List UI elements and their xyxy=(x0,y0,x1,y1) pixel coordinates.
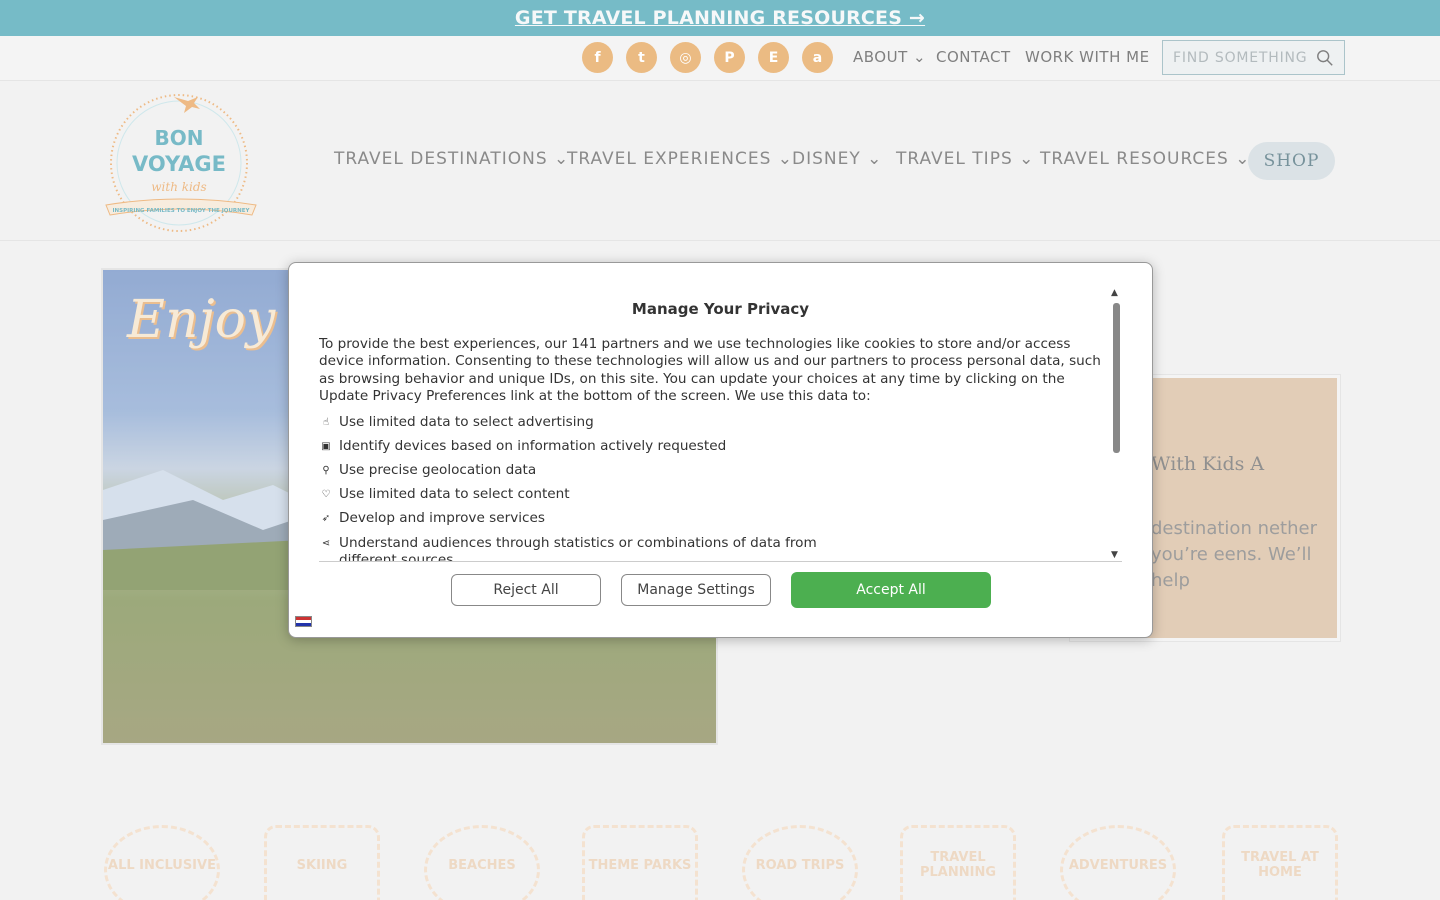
purpose-label: Use limited data to select content xyxy=(339,485,570,502)
privacy-modal: Manage Your Privacy To provide the best … xyxy=(288,262,1153,638)
purpose-item: ➶ Develop and improve services xyxy=(319,510,1122,527)
purpose-label: Identify devices based on information ac… xyxy=(339,437,727,454)
heart-icon: ♡ xyxy=(321,489,331,501)
scrollbar-thumb[interactable] xyxy=(1113,303,1120,453)
accept-all-button[interactable]: Accept All xyxy=(791,572,991,608)
share-icon: ⋖ xyxy=(321,538,331,550)
privacy-title: Manage Your Privacy xyxy=(631,300,810,318)
purpose-item: ♡ Use limited data to select content xyxy=(319,486,1122,503)
hand-icon: ☝ xyxy=(322,417,330,429)
privacy-intro: To provide the best experiences, our 141… xyxy=(319,336,1101,405)
purpose-label: Use limited data to select advertising xyxy=(339,413,594,430)
privacy-scrollbar[interactable]: ▲ ▼ xyxy=(1109,288,1123,562)
purpose-item: ▣ Identify devices based on information … xyxy=(319,438,1122,455)
purpose-item: ⚲ Use precise geolocation data xyxy=(319,462,1122,479)
purpose-label: Use precise geolocation data xyxy=(339,461,537,478)
purpose-item: ☝ Use limited data to select advertising xyxy=(319,414,1122,431)
device-icon: ▣ xyxy=(321,441,331,453)
manage-settings-button[interactable]: Manage Settings xyxy=(621,574,771,606)
purpose-item: ⋖ Understand audiences through statistic… xyxy=(319,534,819,562)
purpose-label: Understand audiences through statistics … xyxy=(339,534,817,562)
location-pin-icon: ⚲ xyxy=(322,465,330,477)
scroll-up-arrow-icon[interactable]: ▲ xyxy=(1111,288,1118,298)
language-flag-icon[interactable] xyxy=(295,616,312,627)
reject-all-button[interactable]: Reject All xyxy=(451,574,601,606)
rocket-icon: ➶ xyxy=(321,513,331,525)
scroll-down-arrow-icon[interactable]: ▼ xyxy=(1111,550,1118,560)
privacy-scroll-area[interactable]: Manage Your Privacy To provide the best … xyxy=(319,289,1122,562)
purpose-label: Develop and improve services xyxy=(339,509,545,526)
